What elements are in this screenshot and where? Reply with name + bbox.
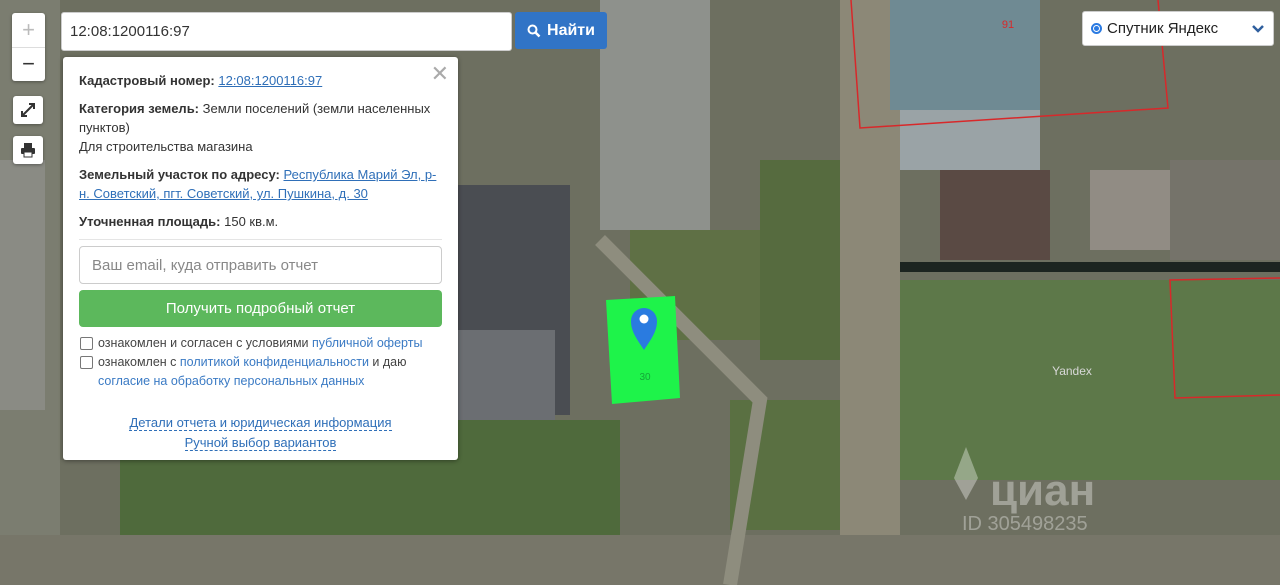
popup-footer: Детали отчета и юридическая информация Р…: [79, 413, 442, 453]
svg-text:циан: циан: [990, 466, 1095, 515]
address-label: Земельный участок по адресу:: [79, 167, 280, 182]
zoom-in-button[interactable]: +: [12, 14, 45, 48]
parcel-info-popup: ✕ Кадастровый номер: 12:08:1200116:97 Ка…: [63, 57, 458, 460]
printer-icon: [21, 143, 35, 158]
search-icon: [527, 24, 541, 37]
offer-link[interactable]: публичной оферты: [312, 336, 422, 350]
yandex-watermark: Yandex: [1052, 364, 1092, 378]
get-report-button[interactable]: Получить подробный отчет: [79, 290, 442, 327]
offer-text: ознакомлен и согласен с условиями: [98, 336, 312, 350]
details-link[interactable]: Детали отчета и юридическая информация: [129, 415, 392, 431]
fullscreen-button[interactable]: [13, 96, 43, 124]
area-value: 150 кв.м.: [224, 214, 279, 229]
zoom-out-button[interactable]: −: [12, 48, 45, 81]
category-row: Категория земель: Земли поселений (земли…: [79, 99, 442, 137]
print-button[interactable]: [13, 136, 43, 164]
search-input[interactable]: [61, 12, 512, 51]
chevron-down-icon: [1252, 24, 1264, 33]
email-field[interactable]: Ваш email, куда отправить отчет: [79, 246, 442, 284]
svg-text:ID 305498235: ID 305498235: [962, 513, 1088, 535]
expand-icon: [21, 103, 35, 117]
area-row: Уточненная площадь: 150 кв.м.: [79, 212, 442, 231]
radio-selected-icon: [1091, 23, 1102, 34]
divider: [79, 239, 442, 240]
privacy-text2: и даю: [368, 355, 407, 369]
privacy-checkbox[interactable]: [80, 356, 93, 369]
close-icon[interactable]: ✕: [431, 63, 449, 85]
parcel-label: 30: [639, 372, 651, 383]
offer-checkbox[interactable]: [80, 337, 93, 350]
search-button-label: Найти: [547, 21, 595, 39]
zoom-control: + −: [12, 13, 45, 81]
cadastral-row: Кадастровый номер: 12:08:1200116:97: [79, 71, 442, 90]
house-number: 91: [1002, 19, 1014, 31]
cadastral-link[interactable]: 12:08:1200116:97: [218, 73, 322, 88]
category-label: Категория земель:: [79, 101, 200, 116]
area-label: Уточненная площадь:: [79, 214, 221, 229]
layer-label: Спутник Яндекс: [1107, 20, 1219, 37]
layer-selector[interactable]: Спутник Яндекс: [1082, 11, 1274, 46]
usage-text: Для строительства магазина: [79, 139, 253, 154]
consent-link[interactable]: согласие на обработку персональных данны…: [98, 374, 364, 388]
cadastral-label: Кадастровый номер:: [79, 73, 215, 88]
privacy-link[interactable]: политикой конфиденциальности: [180, 355, 369, 369]
address-row: Земельный участок по адресу: Республика …: [79, 165, 442, 203]
privacy-checkbox-row: ознакомлен с политикой конфиденциальност…: [79, 353, 442, 391]
manual-choice-link[interactable]: Ручной выбор вариантов: [184, 435, 337, 451]
privacy-text: ознакомлен с: [98, 355, 180, 369]
offer-checkbox-row: ознакомлен и согласен с условиями публич…: [79, 334, 442, 353]
search-button[interactable]: Найти: [515, 12, 607, 49]
